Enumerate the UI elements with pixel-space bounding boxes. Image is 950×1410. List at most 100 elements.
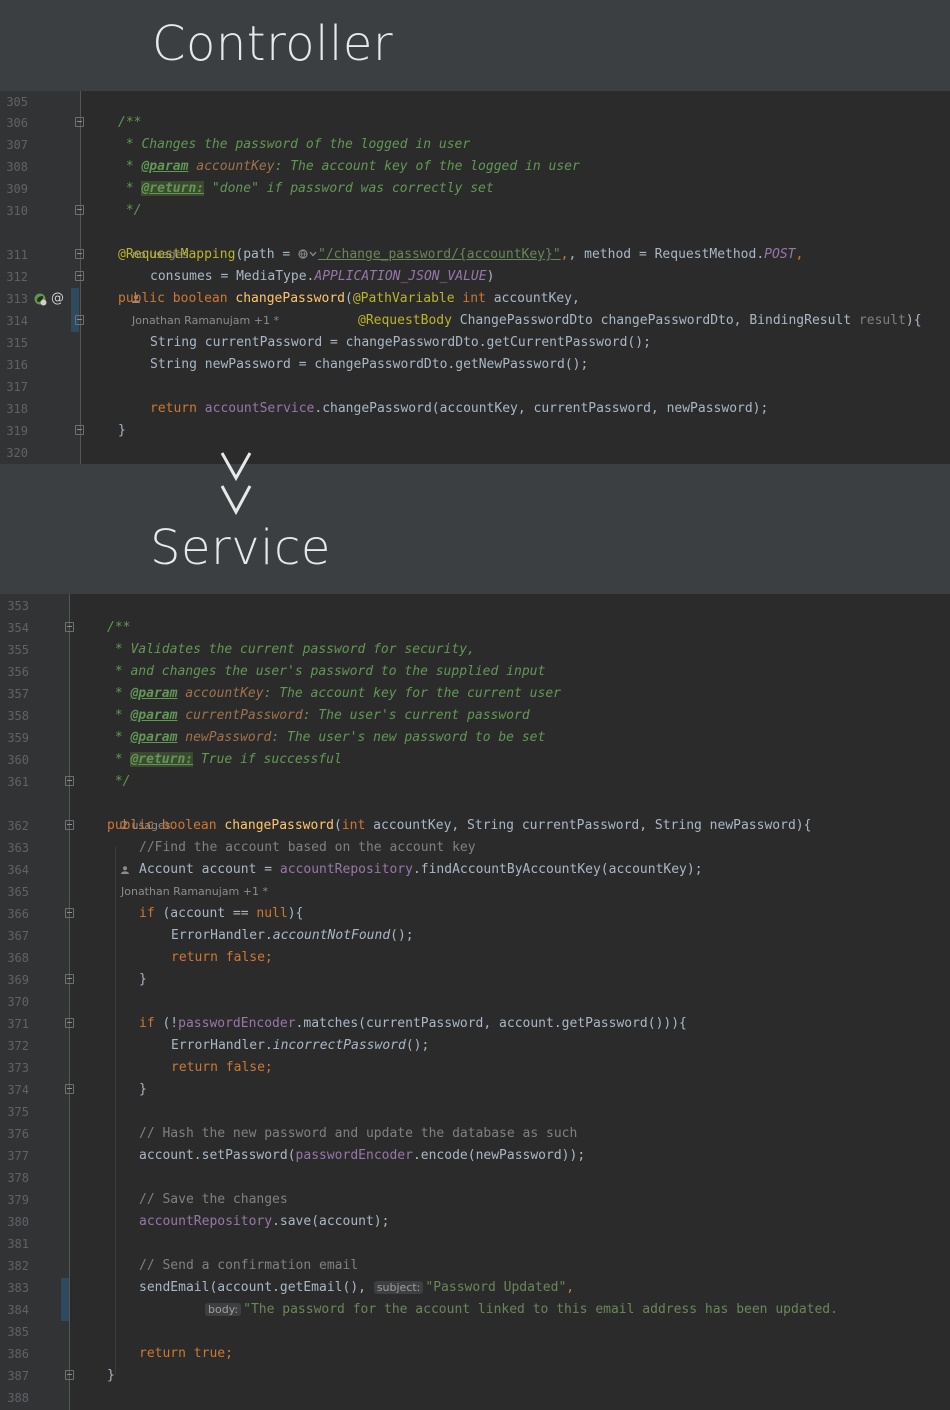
line-number: 310 [6, 204, 28, 218]
line-number: 359 [7, 731, 29, 745]
fold-toggle-icon[interactable] [75, 315, 84, 325]
heading-controller: Controller [152, 16, 394, 72]
fold-toggle-icon[interactable] [65, 622, 74, 632]
code-line[interactable]: 365 [0, 881, 950, 903]
line-number: 354 [7, 621, 29, 635]
code-line[interactable]: 388 [0, 1387, 950, 1409]
code-line[interactable]: 377 account.setPassword(passwordEncoder.… [0, 1145, 950, 1167]
code-line[interactable]: 368 return false; [0, 947, 950, 969]
code-line[interactable]: 366 if (account == null){ [0, 903, 950, 925]
doc-comment: /** [118, 115, 142, 130]
code-line[interactable]: 372 ErrorHandler.incorrectPassword(); [0, 1035, 950, 1057]
fold-toggle-icon[interactable] [65, 1084, 74, 1094]
service-code-editor[interactable]: 353 354 /** 355 * Validates the current … [0, 594, 950, 1410]
code-line[interactable]: 371 if (!passwordEncoder.matches(current… [0, 1013, 950, 1035]
line-number: 367 [7, 929, 29, 943]
fold-toggle-icon[interactable] [65, 1018, 74, 1028]
code-line[interactable]: 308 * @param accountKey: The account key… [0, 156, 950, 178]
line-number: 357 [7, 687, 29, 701]
line-number: 312 [6, 270, 28, 284]
line-number: 382 [7, 1259, 29, 1273]
code-line[interactable]: 387 } [0, 1365, 950, 1387]
code-line[interactable]: 376 // Hash the new password and update … [0, 1123, 950, 1145]
code-line[interactable]: 386 return true; [0, 1343, 950, 1365]
fold-toggle-icon[interactable] [75, 425, 84, 435]
code-line[interactable]: 356 * and changes the user's password to… [0, 661, 950, 683]
doc-param-line: * @param accountKey: The account key of … [118, 159, 580, 174]
code-line[interactable]: 363 //Find the account based on the acco… [0, 837, 950, 859]
code-line[interactable]: 382 // Send a confirmation email [0, 1255, 950, 1277]
code-line[interactable]: 362 public boolean changePassword(int ac… [0, 815, 950, 837]
code-line[interactable]: 384 body: "The password for the account l… [0, 1299, 950, 1321]
code-line[interactable]: 369 } [0, 969, 950, 991]
fold-toggle-icon[interactable] [65, 1370, 74, 1380]
usages-inlay-hint[interactable]: 2 usages Jonathan Ramanujam +1 * [107, 793, 950, 898]
code-line[interactable]: 318 return accountService.changePassword… [0, 398, 950, 420]
code-line[interactable]: 314 @RequestBody ChangePasswordDto chang… [0, 310, 950, 332]
code-line[interactable]: 378 [0, 1167, 950, 1189]
code-line[interactable]: 367 ErrorHandler.accountNotFound(); [0, 925, 950, 947]
code-line[interactable]: 358 * @param currentPassword: The user's… [0, 705, 950, 727]
code-line[interactable]: 310 */ [0, 200, 950, 222]
code-line[interactable]: 379 // Save the changes [0, 1189, 950, 1211]
fold-toggle-icon[interactable] [75, 249, 84, 259]
fold-toggle-icon[interactable] [65, 820, 74, 830]
code-line[interactable]: 385 [0, 1321, 950, 1343]
parameter-hint: subject: [373, 1281, 424, 1294]
fold-toggle-icon[interactable] [65, 908, 74, 918]
line-number: 305 [6, 95, 28, 109]
code-line[interactable]: 313 @ public boolean changePassword(@Pat… [0, 288, 950, 310]
code-line[interactable]: 316 String newPassword = changePasswordD… [0, 354, 950, 376]
controller-code-editor[interactable]: 305 306 /** 307 * Changes the password o… [0, 91, 950, 464]
code-line[interactable]: 319 } [0, 420, 950, 442]
line-number: 356 [7, 665, 29, 679]
fold-toggle-icon[interactable] [75, 117, 84, 127]
code-line[interactable]: 364 Account account = accountRepository.… [0, 859, 950, 881]
line-number: 372 [7, 1039, 29, 1053]
code-line[interactable]: 355 * Validates the current password for… [0, 639, 950, 661]
code-line[interactable]: 381 [0, 1233, 950, 1255]
spring-bean-icon[interactable] [34, 293, 47, 306]
at-request-mapping-icon[interactable]: @ [51, 288, 64, 310]
code-line[interactable]: 305 [0, 91, 950, 113]
code-line[interactable]: 375 [0, 1101, 950, 1123]
line-number: 362 [7, 819, 29, 833]
line-number: 319 [6, 424, 28, 438]
code-line[interactable]: 354 /** [0, 617, 950, 639]
fold-toggle-icon[interactable] [65, 974, 74, 984]
down-arrow-icon [220, 452, 252, 516]
fold-toggle-icon[interactable] [75, 205, 84, 215]
line-number: 376 [7, 1127, 29, 1141]
usages-inlay-hint[interactable]: no usages Jonathan Ramanujam +1 * [118, 222, 950, 327]
line-number: 363 [7, 841, 29, 855]
line-number: 368 [7, 951, 29, 965]
line-number: 377 [7, 1149, 29, 1163]
line-number: 378 [7, 1171, 29, 1185]
code-line[interactable]: 373 return false; [0, 1057, 950, 1079]
code-line[interactable]: 357 * @param accountKey: The account key… [0, 683, 950, 705]
url-path-link[interactable]: "/change_password/{accountKey}" [318, 247, 561, 262]
line-number: 374 [7, 1083, 29, 1097]
code-line[interactable]: 320 [0, 442, 950, 464]
code-line[interactable]: 383 sendEmail(account.getEmail(), subjec… [0, 1277, 950, 1299]
line-number: 384 [7, 1303, 29, 1317]
code-line[interactable]: 309 * @return: "done" if password was co… [0, 178, 950, 200]
code-line[interactable]: 353 [0, 595, 950, 617]
code-line[interactable]: 311 @RequestMapping(path = "/change_pass… [0, 244, 950, 266]
fold-toggle-icon[interactable] [75, 271, 84, 281]
globe-icon[interactable] [298, 249, 318, 259]
fold-toggle-icon[interactable] [65, 776, 74, 786]
line-number: 381 [7, 1237, 29, 1251]
code-line[interactable]: 312 consumes = MediaType.APPLICATION_JSO… [0, 266, 950, 288]
line-number: 365 [7, 885, 29, 899]
code-line[interactable]: 380 accountRepository.save(account); [0, 1211, 950, 1233]
code-line[interactable]: 307 * Changes the password of the logged… [0, 134, 950, 156]
code-line[interactable]: 317 [0, 376, 950, 398]
code-line[interactable]: 359 * @param newPassword: The user's new… [0, 727, 950, 749]
code-line[interactable]: 370 [0, 991, 950, 1013]
code-line[interactable]: 361 */ [0, 771, 950, 793]
code-line[interactable]: 315 String currentPassword = changePassw… [0, 332, 950, 354]
code-line[interactable]: 374 } [0, 1079, 950, 1101]
code-line[interactable]: 306 /** [0, 112, 950, 134]
code-line[interactable]: 360 * @return: True if successful [0, 749, 950, 771]
